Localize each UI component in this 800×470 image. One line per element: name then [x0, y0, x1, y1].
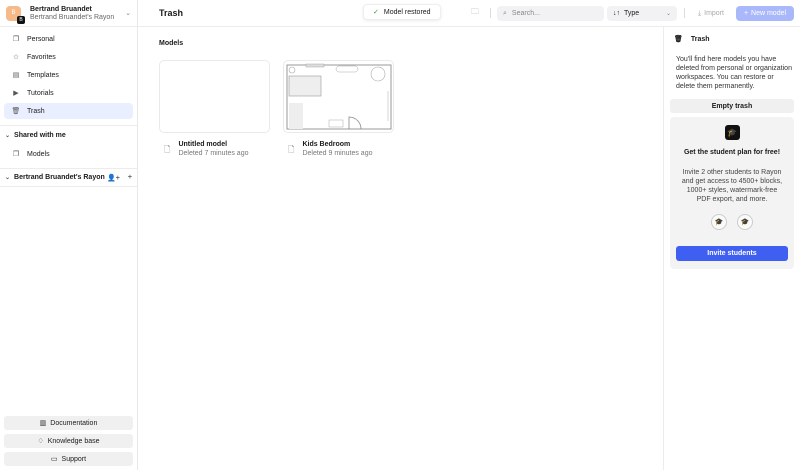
- workspace-badge: B: [17, 15, 25, 24]
- chevron-down-icon: ⌄: [665, 11, 671, 17]
- toast: ✓ Model restored: [363, 4, 441, 20]
- sidebar-item-label: Favorites: [27, 53, 56, 61]
- empty-trash-button[interactable]: Empty trash: [670, 99, 794, 113]
- documents-icon: ❐: [12, 36, 20, 43]
- knowledge-base-button[interactable]: ♢ Knowledge base: [4, 434, 133, 448]
- promo-title: Get the student plan for free!: [683, 149, 781, 156]
- graduation-cap-icon: 🎓: [724, 125, 740, 140]
- avatar-initial: B: [11, 10, 16, 16]
- file-icon: 🗋: [288, 145, 295, 154]
- sidebar-item-shared-models[interactable]: ❐ Models: [4, 146, 133, 162]
- button-label: Support: [61, 455, 87, 463]
- model-thumbnail[interactable]: [159, 60, 270, 133]
- toast-message: Model restored: [383, 8, 431, 16]
- panel-description: You'll find here models you have deleted…: [676, 56, 792, 90]
- promo-body: Invite 2 other students to Rayon and get…: [681, 169, 783, 203]
- student-slot-icon: 🎓: [737, 214, 753, 230]
- trash-icon: 🗑: [674, 36, 683, 43]
- model-title: Untitled model: [178, 141, 228, 148]
- sort-icon: ↓↑: [613, 10, 620, 17]
- sidebar-item-label: Models: [27, 150, 50, 158]
- button-label: New model: [751, 10, 787, 17]
- search-icon: ⌕: [503, 9, 507, 17]
- button-label: Knowledge base: [47, 437, 100, 445]
- model-thumbnail[interactable]: [283, 60, 394, 133]
- documentation-button[interactable]: ▥ Documentation: [4, 416, 133, 430]
- section-label: Bertrand Bruandet's Rayon: [14, 174, 105, 181]
- button-label: Import: [704, 10, 724, 17]
- model-subtitle: Deleted 9 minutes ago: [302, 150, 373, 157]
- file-icon: 🗋: [164, 145, 171, 154]
- sidebar-item-tutorials[interactable]: ▶ Tutorials: [4, 85, 133, 101]
- lightbulb-icon: ♢: [37, 438, 44, 445]
- student-slot-icon: 🎓: [711, 214, 727, 230]
- model-title: Kids Bedroom: [302, 141, 351, 148]
- account-switcher[interactable]: BB Bertrand Bruandet Bertrand Bruandet's …: [0, 0, 137, 27]
- section-heading: Models: [159, 40, 184, 47]
- book-icon: ▥: [39, 420, 47, 427]
- sidebar-item-label: Trash: [27, 107, 45, 115]
- avatar: BB: [6, 5, 25, 24]
- sidebar-item-label: Templates: [27, 71, 59, 79]
- button-label: Documentation: [50, 419, 98, 427]
- trash-info-panel: 🗑 Trash You'll find here models you have …: [663, 27, 800, 470]
- sidebar-item-templates[interactable]: ▤ Templates: [4, 67, 133, 83]
- model-card[interactable]: 🗋 Kids Bedroom Deleted 9 minutes ago: [283, 60, 394, 158]
- sidebar-item-personal[interactable]: ❐ Personal: [4, 31, 133, 47]
- template-icon: ▤: [12, 72, 20, 79]
- section-shared-with-me[interactable]: ⌄ Shared with me: [0, 125, 137, 144]
- header: Trash ✓ Model restored 🗀 ⌕ Search... ↓↑ Typ…: [138, 0, 800, 27]
- check-icon: ✓: [373, 9, 379, 16]
- new-folder-icon[interactable]: 🗀: [471, 6, 479, 20]
- model-card[interactable]: 🗋 Untitled model Deleted 7 minutes ago: [159, 60, 270, 158]
- search-placeholder: Search...: [511, 10, 540, 17]
- chat-icon: ▭: [50, 456, 58, 463]
- section-label: Shared with me: [14, 131, 66, 139]
- panel-title: Trash: [690, 35, 710, 43]
- trash-icon: 🗑: [11, 108, 21, 115]
- student-plan-promo: 🎓 Get the student plan for free! Invite …: [670, 117, 794, 269]
- workspace-name: Bertrand Bruandet's Rayon: [30, 13, 115, 21]
- sidebar-item-label: Tutorials: [27, 89, 54, 97]
- chevron-down-icon: ⌄: [125, 10, 131, 17]
- account-name: Bertrand Bruandet: [30, 5, 92, 13]
- sidebar-item-trash[interactable]: 🗑 Trash: [4, 103, 133, 119]
- section-workspace[interactable]: ⌄ Bertrand Bruandet's Rayon 👤+ +: [0, 168, 137, 187]
- new-model-button[interactable]: + New model: [736, 6, 794, 21]
- sidebar-item-favorites[interactable]: ☆ Favorites: [4, 49, 133, 65]
- page-title: Trash: [159, 8, 184, 18]
- plus-icon[interactable]: +: [128, 174, 132, 182]
- documents-icon: ❐: [12, 151, 20, 158]
- video-icon: ▶: [13, 90, 19, 97]
- caret-down-icon: ⌄: [5, 175, 11, 181]
- sidebar-item-label: Personal: [27, 35, 55, 43]
- star-icon: ☆: [12, 54, 20, 61]
- main-content: Models 🗋 Untitled model Deleted 7 minutes …: [138, 27, 663, 470]
- plus-icon: +: [743, 10, 749, 17]
- import-button[interactable]: ⤓ Import: [691, 6, 731, 21]
- select-value: Type: [624, 10, 640, 17]
- divider: [684, 8, 685, 18]
- add-user-icon[interactable]: 👤+: [107, 174, 120, 182]
- caret-down-icon: ⌄: [5, 132, 11, 139]
- divider: [490, 8, 491, 18]
- sidebar: BB Bertrand Bruandet Bertrand Bruandet's …: [0, 0, 138, 470]
- support-button[interactable]: ▭ Support: [4, 452, 133, 466]
- model-subtitle: Deleted 7 minutes ago: [178, 150, 249, 157]
- type-sort-select[interactable]: ↓↑ Type ⌄: [607, 6, 677, 21]
- download-icon: ⤓: [698, 9, 702, 17]
- search-input[interactable]: ⌕ Search...: [497, 6, 604, 21]
- floor-plan-image: [286, 63, 392, 130]
- invite-students-button[interactable]: Invite students: [676, 246, 788, 261]
